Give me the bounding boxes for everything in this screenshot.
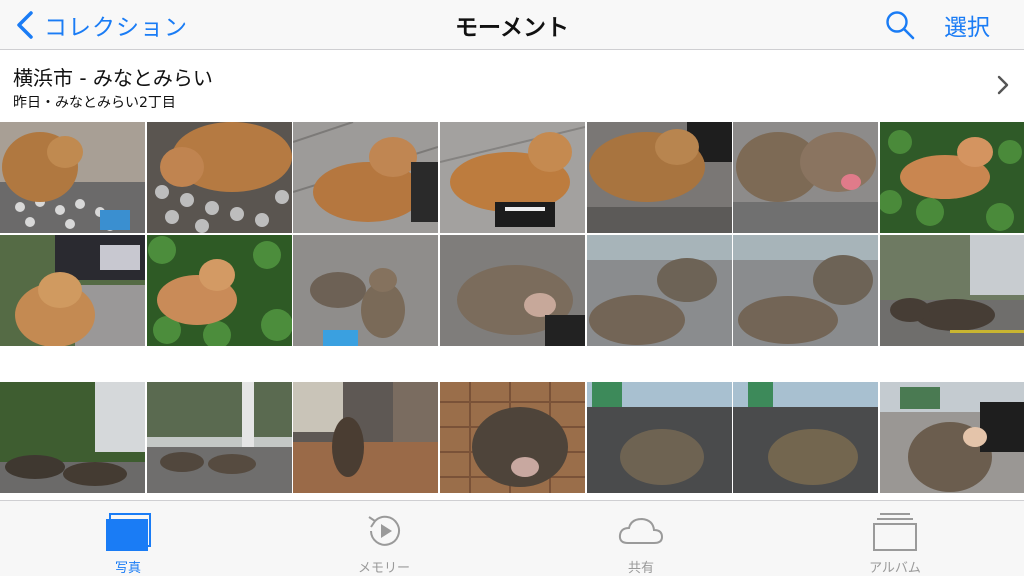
photo-thumbnail[interactable]	[880, 122, 1024, 233]
select-button[interactable]: 選択	[944, 0, 990, 50]
photo-thumbnail[interactable]	[733, 235, 878, 346]
memories-icon	[368, 515, 400, 546]
photo-thumbnail[interactable]	[733, 122, 878, 233]
tab-photos-label: 写真	[114, 561, 141, 576]
search-button[interactable]	[884, 9, 916, 41]
chevron-left-icon	[17, 11, 33, 39]
photo-thumbnail[interactable]	[0, 382, 145, 493]
tab-shared[interactable]: 共有	[566, 501, 716, 576]
tab-photos[interactable]: 写真	[53, 501, 203, 576]
moment-header[interactable]: 横浜市 - みなとみらい 昨日・みなとみらい2丁目	[0, 50, 1024, 122]
photo-thumbnail[interactable]	[880, 235, 1024, 346]
photo-thumbnail[interactable]	[440, 122, 585, 233]
photo-thumbnail[interactable]	[587, 235, 732, 346]
search-icon	[886, 11, 915, 40]
tab-bar: 写真 メモリー 共有 アルバム	[0, 500, 1024, 576]
tab-albums-label: アルバム	[869, 561, 921, 576]
photo-thumbnail[interactable]	[147, 235, 292, 346]
photo-thumbnail[interactable]	[147, 122, 292, 233]
photo-thumbnail[interactable]	[733, 382, 878, 493]
moment-date-subtitle: 昨日・みなとみらい2丁目	[13, 95, 176, 111]
photo-grid	[0, 122, 1024, 500]
photo-thumbnail[interactable]	[880, 382, 1024, 493]
back-button-label: コレクション	[44, 15, 188, 41]
chevron-right-icon	[997, 75, 1009, 95]
moment-location-title: 横浜市 - みなとみらい	[13, 66, 213, 90]
photo-thumbnail[interactable]	[440, 382, 585, 493]
photo-thumbnail[interactable]	[0, 122, 145, 233]
photo-thumbnail[interactable]	[587, 122, 732, 233]
tab-memories[interactable]: メモリー	[309, 501, 459, 576]
back-to-collections-button[interactable]: コレクション	[14, 0, 188, 50]
photo-thumbnail[interactable]	[293, 122, 438, 233]
shared-cloud-icon	[618, 517, 664, 544]
tab-shared-label: 共有	[627, 561, 654, 576]
tab-albums[interactable]: アルバム	[820, 501, 970, 576]
photo-thumbnail[interactable]	[147, 382, 292, 493]
photos-icon	[106, 513, 151, 551]
photo-thumbnail[interactable]	[440, 235, 585, 346]
photo-thumbnail[interactable]	[0, 235, 145, 346]
photo-thumbnail[interactable]	[293, 235, 438, 346]
photo-thumbnail[interactable]	[293, 382, 438, 493]
navigation-bar: コレクション モーメント 選択	[0, 0, 1024, 50]
tab-memories-label: メモリー	[357, 561, 410, 576]
albums-icon	[873, 513, 917, 551]
photo-thumbnail[interactable]	[587, 382, 732, 493]
